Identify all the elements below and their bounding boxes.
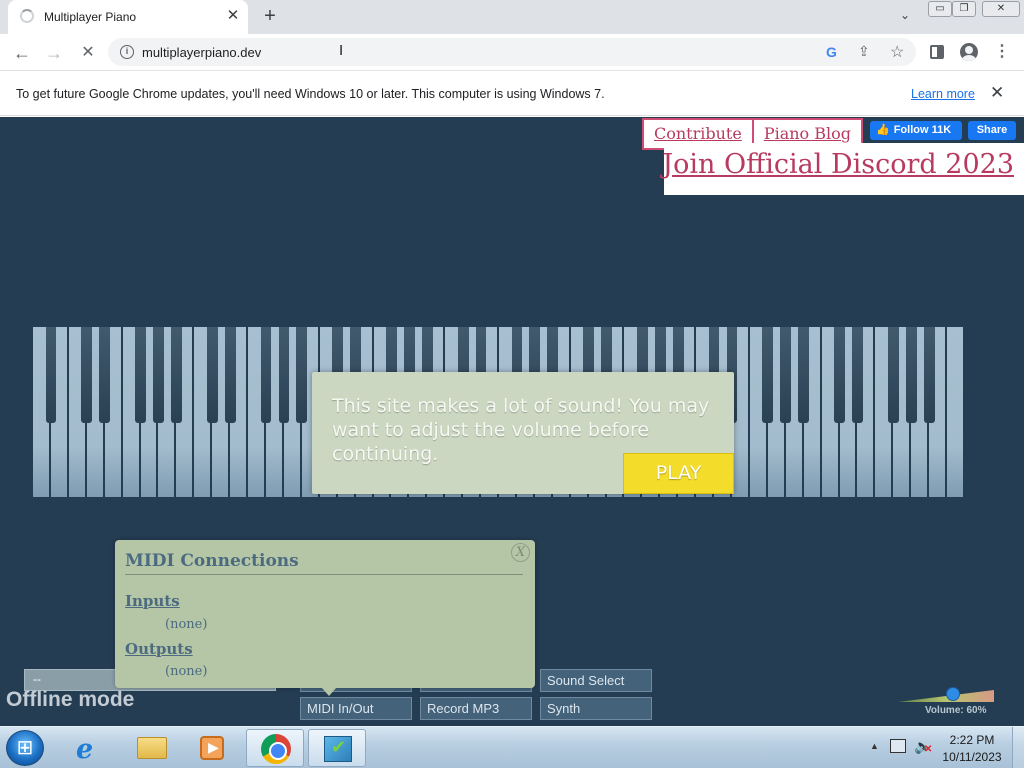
media-player-icon[interactable] bbox=[184, 729, 242, 767]
midi-in-out-button[interactable]: MIDI In/Out bbox=[300, 697, 412, 720]
black-key[interactable] bbox=[45, 327, 57, 423]
panel-pointer bbox=[322, 688, 336, 696]
black-key[interactable] bbox=[887, 327, 899, 423]
facebook-follow-label: Follow 11K bbox=[893, 124, 952, 136]
facebook-follow-button[interactable]: 👍 Follow 11K bbox=[870, 121, 962, 140]
sound-select-button[interactable]: Sound Select bbox=[540, 669, 652, 692]
windows-explorer-icon[interactable] bbox=[122, 729, 180, 767]
start-button[interactable] bbox=[6, 730, 44, 766]
black-key[interactable] bbox=[260, 327, 272, 423]
tab-strip: Multiplayer Piano ✕ + ⌄ ▭ ❐ ✕ bbox=[0, 0, 1024, 34]
tab-title: Multiplayer Piano bbox=[44, 10, 137, 24]
black-key[interactable] bbox=[206, 327, 218, 423]
side-panel-icon[interactable] bbox=[930, 45, 944, 59]
window-restore-button[interactable]: ❐ bbox=[952, 1, 976, 17]
midi-inputs-heading: Inputs bbox=[125, 592, 180, 610]
midi-connections-panel: MIDI Connections X Inputs (none) Outputs… bbox=[115, 540, 535, 696]
learn-more-link[interactable]: Learn more bbox=[911, 87, 975, 101]
black-key[interactable] bbox=[852, 327, 863, 423]
play-icon bbox=[200, 736, 224, 760]
address-bar[interactable]: i multiplayerpiano.dev I G ⇪ ☆ bbox=[108, 38, 916, 66]
back-button[interactable]: ← bbox=[9, 40, 35, 66]
show-desktop-button[interactable] bbox=[1012, 727, 1024, 768]
site-info-icon[interactable]: i bbox=[120, 45, 134, 59]
discord-banner: Join Official Discord 2023 bbox=[662, 143, 1024, 195]
chat-input-text: -- bbox=[33, 672, 41, 686]
black-key[interactable] bbox=[780, 327, 792, 423]
muted-icon: ✕ bbox=[924, 744, 933, 755]
tab-close-icon[interactable]: ✕ bbox=[224, 7, 242, 25]
offline-status: Offline mode bbox=[6, 688, 135, 711]
play-button[interactable]: PLAY bbox=[623, 453, 734, 494]
black-key[interactable] bbox=[99, 327, 111, 423]
volume-slider[interactable]: Volume: 60% bbox=[898, 687, 994, 717]
chrome-logo-icon bbox=[261, 734, 291, 764]
update-infobar: To get future Google Chrome updates, you… bbox=[0, 72, 1024, 116]
black-key[interactable] bbox=[296, 327, 308, 423]
black-key[interactable] bbox=[798, 327, 810, 423]
chrome-menu-icon[interactable]: ⋮ bbox=[994, 42, 1010, 62]
black-key[interactable] bbox=[171, 327, 182, 423]
window-minimize-button[interactable]: ▭ bbox=[928, 1, 952, 17]
white-key[interactable] bbox=[947, 327, 965, 497]
stop-loading-button[interactable]: ✕ bbox=[75, 40, 101, 66]
text-cursor-icon: I bbox=[339, 42, 344, 59]
clock-time[interactable]: 2:22 PM bbox=[940, 733, 1004, 747]
bookmark-star-icon[interactable]: ☆ bbox=[890, 42, 904, 62]
black-key[interactable] bbox=[278, 327, 290, 423]
share-icon[interactable]: ⇪ bbox=[858, 43, 870, 60]
black-key[interactable] bbox=[762, 327, 774, 423]
clock-date[interactable]: 10/11/2023 bbox=[940, 750, 1004, 764]
black-key[interactable] bbox=[224, 327, 236, 423]
record-mp3-button[interactable]: Record MP3 bbox=[420, 697, 532, 720]
forward-button[interactable]: → bbox=[41, 40, 67, 66]
midi-inputs-value: (none) bbox=[165, 617, 208, 632]
sound-notice-dialog: This site makes a lot of sound! You may … bbox=[312, 372, 734, 494]
tab-search-icon[interactable]: ⌄ bbox=[896, 8, 914, 26]
chrome-icon[interactable] bbox=[246, 729, 304, 767]
infobar-message: To get future Google Chrome updates, you… bbox=[16, 87, 605, 101]
google-lens-icon[interactable]: G bbox=[826, 44, 837, 60]
midi-outputs-heading: Outputs bbox=[125, 640, 193, 658]
folder-icon bbox=[137, 737, 167, 759]
midi-panel-title: MIDI Connections bbox=[125, 551, 299, 571]
tab-multiplayer-piano[interactable]: Multiplayer Piano ✕ bbox=[8, 0, 248, 34]
synth-button[interactable]: Synth bbox=[540, 697, 652, 720]
black-key[interactable] bbox=[923, 327, 935, 423]
ie-logo-icon: e bbox=[76, 734, 94, 765]
network-icon[interactable] bbox=[890, 739, 906, 753]
loading-spinner-icon bbox=[20, 9, 34, 23]
facebook-share-button[interactable]: Share bbox=[968, 121, 1016, 140]
infobar-close-icon[interactable]: ✕ bbox=[990, 83, 1004, 103]
volume-knob[interactable] bbox=[946, 687, 960, 701]
volume-label: Volume: 60% bbox=[925, 705, 987, 716]
checkmark-icon bbox=[324, 736, 352, 762]
new-tab-button[interactable]: + bbox=[258, 5, 282, 29]
url-text[interactable]: multiplayerpiano.dev bbox=[142, 45, 261, 60]
close-icon[interactable]: X bbox=[511, 543, 530, 562]
divider bbox=[125, 574, 523, 575]
browser-toolbar: ← → ✕ i multiplayerpiano.dev I G ⇪ ☆ ⋮ bbox=[0, 34, 1024, 71]
black-key[interactable] bbox=[153, 327, 164, 423]
black-key[interactable] bbox=[834, 327, 845, 423]
internet-explorer-icon[interactable]: e bbox=[62, 729, 120, 767]
black-key[interactable] bbox=[81, 327, 93, 423]
tool-app-icon[interactable] bbox=[308, 729, 366, 767]
windows-taskbar: e ▲ 🔈 ✕ 2:22 PM 10/11/2023 bbox=[0, 726, 1024, 768]
thumbs-up-icon: 👍 bbox=[876, 124, 890, 136]
black-key[interactable] bbox=[135, 327, 146, 423]
midi-outputs-value: (none) bbox=[165, 664, 208, 679]
black-key[interactable] bbox=[905, 327, 917, 423]
window-close-button[interactable]: ✕ bbox=[982, 1, 1020, 17]
profile-icon[interactable] bbox=[960, 43, 978, 61]
show-hidden-icons-icon[interactable]: ▲ bbox=[870, 741, 879, 751]
discord-link[interactable]: Join Official Discord 2023 bbox=[662, 149, 1014, 180]
piano-page: Contribute Piano Blog 👍 Follow 11K Share … bbox=[0, 117, 1024, 726]
